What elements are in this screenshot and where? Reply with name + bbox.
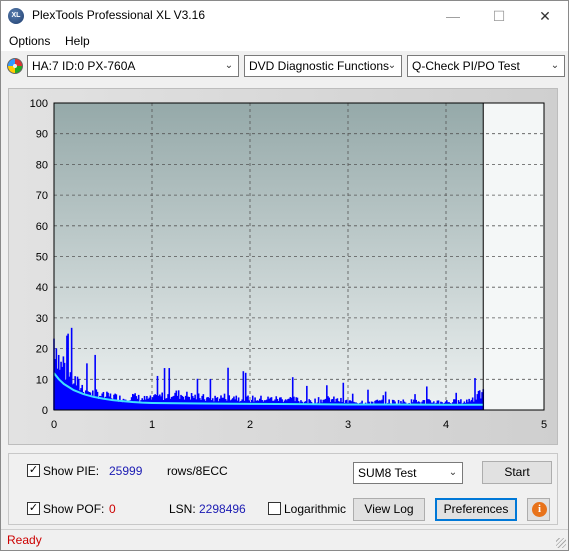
resize-grip-icon[interactable] (556, 538, 566, 548)
app-icon: XL (8, 8, 24, 24)
show-pie-label: Show PIE: (43, 464, 100, 478)
toolbar: HA:7 ID:0 PX-760A ⌄ DVD Diagnostic Funct… (1, 51, 568, 83)
y-tick-label: 40 (36, 282, 48, 294)
y-tick-label: 20 (36, 344, 48, 356)
menu-options[interactable]: Options (9, 34, 50, 48)
chevron-down-icon: ⌄ (550, 60, 560, 71)
logarithmic-label: Logarithmic (284, 502, 347, 516)
test-select[interactable]: Q-Check PI/PO Test ⌄ (407, 55, 565, 77)
drive-select-value: HA:7 ID:0 PX-760A (32, 59, 136, 73)
logarithmic-checkbox[interactable] (268, 502, 281, 515)
pie-unit: rows/8ECC (167, 464, 228, 478)
sum-test-select[interactable]: SUM8 Test ⌄ (353, 462, 463, 484)
chevron-down-icon: ⌄ (224, 60, 234, 71)
start-button-label: Start (504, 465, 530, 479)
lsn-label: LSN: (169, 502, 196, 516)
x-tick-label: 4 (443, 419, 449, 431)
title-bar: XL PlexTools Professional XL V3.16 — ☐ ✕ (1, 1, 568, 31)
minimize-button[interactable]: — (430, 1, 476, 31)
x-tick-label: 0 (51, 419, 57, 431)
y-tick-label: 10 (36, 374, 48, 386)
view-log-button[interactable]: View Log (353, 498, 425, 521)
status-bar: Ready (1, 529, 568, 550)
pie-value: 25999 (109, 464, 143, 478)
x-tick-label: 2 (247, 419, 253, 431)
chart-panel: 0 10 20 30 40 50 60 70 80 90 100 0 1 2 3 4 5 (8, 88, 558, 445)
chevron-down-icon: ⌄ (448, 467, 458, 478)
preferences-button[interactable]: Preferences (435, 498, 517, 521)
y-tick-label: 60 (36, 221, 48, 233)
show-pie-checkbox[interactable]: ✓ (27, 464, 40, 477)
controls-panel: ✓ Show PIE: 25999 rows/8ECC SUM8 Test ⌄ … (8, 453, 558, 525)
maximize-button[interactable]: ☐ (476, 1, 522, 31)
info-icon: i (532, 502, 547, 517)
y-tick-label: 30 (36, 313, 48, 325)
test-select-value: Q-Check PI/PO Test (412, 59, 520, 73)
x-tick-label: 5 (541, 419, 547, 431)
y-tick-label: 50 (36, 252, 48, 264)
start-button[interactable]: Start (482, 461, 552, 484)
y-tick-label: 80 (36, 159, 48, 171)
menu-help[interactable]: Help (65, 34, 90, 48)
main-window: XL PlexTools Professional XL V3.16 — ☐ ✕… (0, 0, 569, 551)
preferences-button-label: Preferences (443, 502, 509, 516)
pof-value: 0 (109, 502, 116, 516)
show-pof-label: Show POF: (43, 502, 105, 516)
info-button[interactable]: i (527, 498, 550, 521)
window-title: PlexTools Professional XL V3.16 (32, 8, 205, 22)
function-select[interactable]: DVD Diagnostic Functions ⌄ (244, 55, 402, 77)
x-tick-label: 1 (149, 419, 155, 431)
chevron-down-icon: ⌄ (387, 60, 397, 71)
y-tick-label: 70 (36, 190, 48, 202)
y-tick-label: 0 (42, 405, 48, 417)
disc-drive-icon (7, 58, 23, 74)
y-tick-label: 100 (30, 98, 48, 110)
function-select-value: DVD Diagnostic Functions (249, 59, 390, 73)
menu-bar: Options Help (1, 31, 568, 51)
sum-test-select-value: SUM8 Test (358, 466, 417, 480)
drive-select[interactable]: HA:7 ID:0 PX-760A ⌄ (27, 55, 239, 77)
pie-baseline-fill (54, 406, 484, 410)
y-tick-label: 90 (36, 129, 48, 141)
view-log-button-label: View Log (364, 502, 414, 516)
close-button[interactable]: ✕ (522, 1, 568, 31)
lsn-value: 2298496 (199, 502, 246, 516)
x-tick-label: 3 (345, 419, 351, 431)
status-text: Ready (7, 533, 42, 547)
pi-chart: 0 10 20 30 40 50 60 70 80 90 100 0 1 2 3 4 5 (30, 98, 547, 431)
show-pof-checkbox[interactable]: ✓ (27, 502, 40, 515)
